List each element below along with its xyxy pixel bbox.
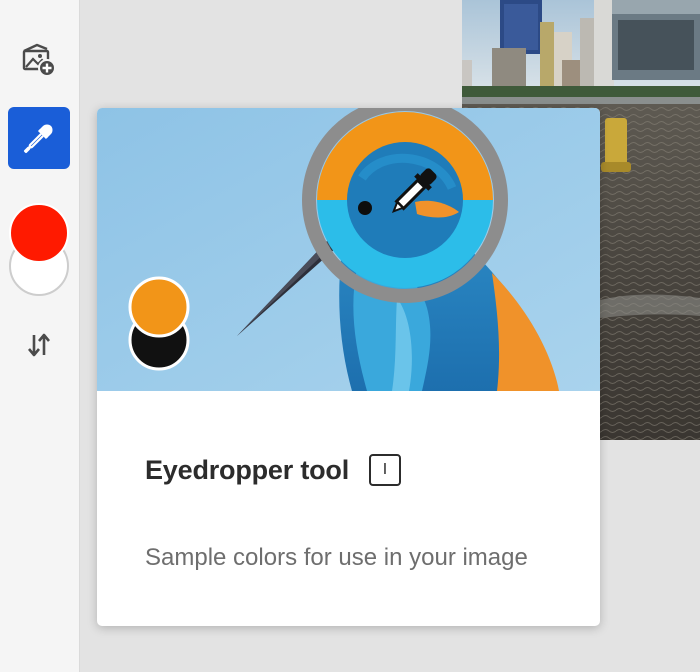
left-toolbar xyxy=(0,0,80,672)
swap-colors-button[interactable] xyxy=(20,326,58,364)
kingfisher-illustration xyxy=(97,108,600,391)
eyedropper-tool-button[interactable] xyxy=(8,107,70,169)
swap-arrows-icon xyxy=(28,333,50,357)
keyboard-shortcut-badge: I xyxy=(369,454,402,486)
foreground-color-swatch[interactable] xyxy=(9,203,69,263)
eyedropper-illustration xyxy=(97,108,600,391)
image-add-icon xyxy=(22,43,56,77)
tooltip-title-row: Eyedropper tool I xyxy=(145,454,402,486)
eyedropper-tooltip-card: Eyedropper tool I Sample colors for use … xyxy=(97,108,600,626)
sampled-primary-swatch xyxy=(128,276,190,338)
add-image-button[interactable] xyxy=(8,28,70,90)
tooltip-description: Sample colors for use in your image xyxy=(145,544,528,571)
tooltip-title: Eyedropper tool xyxy=(145,454,350,485)
eyedropper-icon xyxy=(23,124,53,154)
